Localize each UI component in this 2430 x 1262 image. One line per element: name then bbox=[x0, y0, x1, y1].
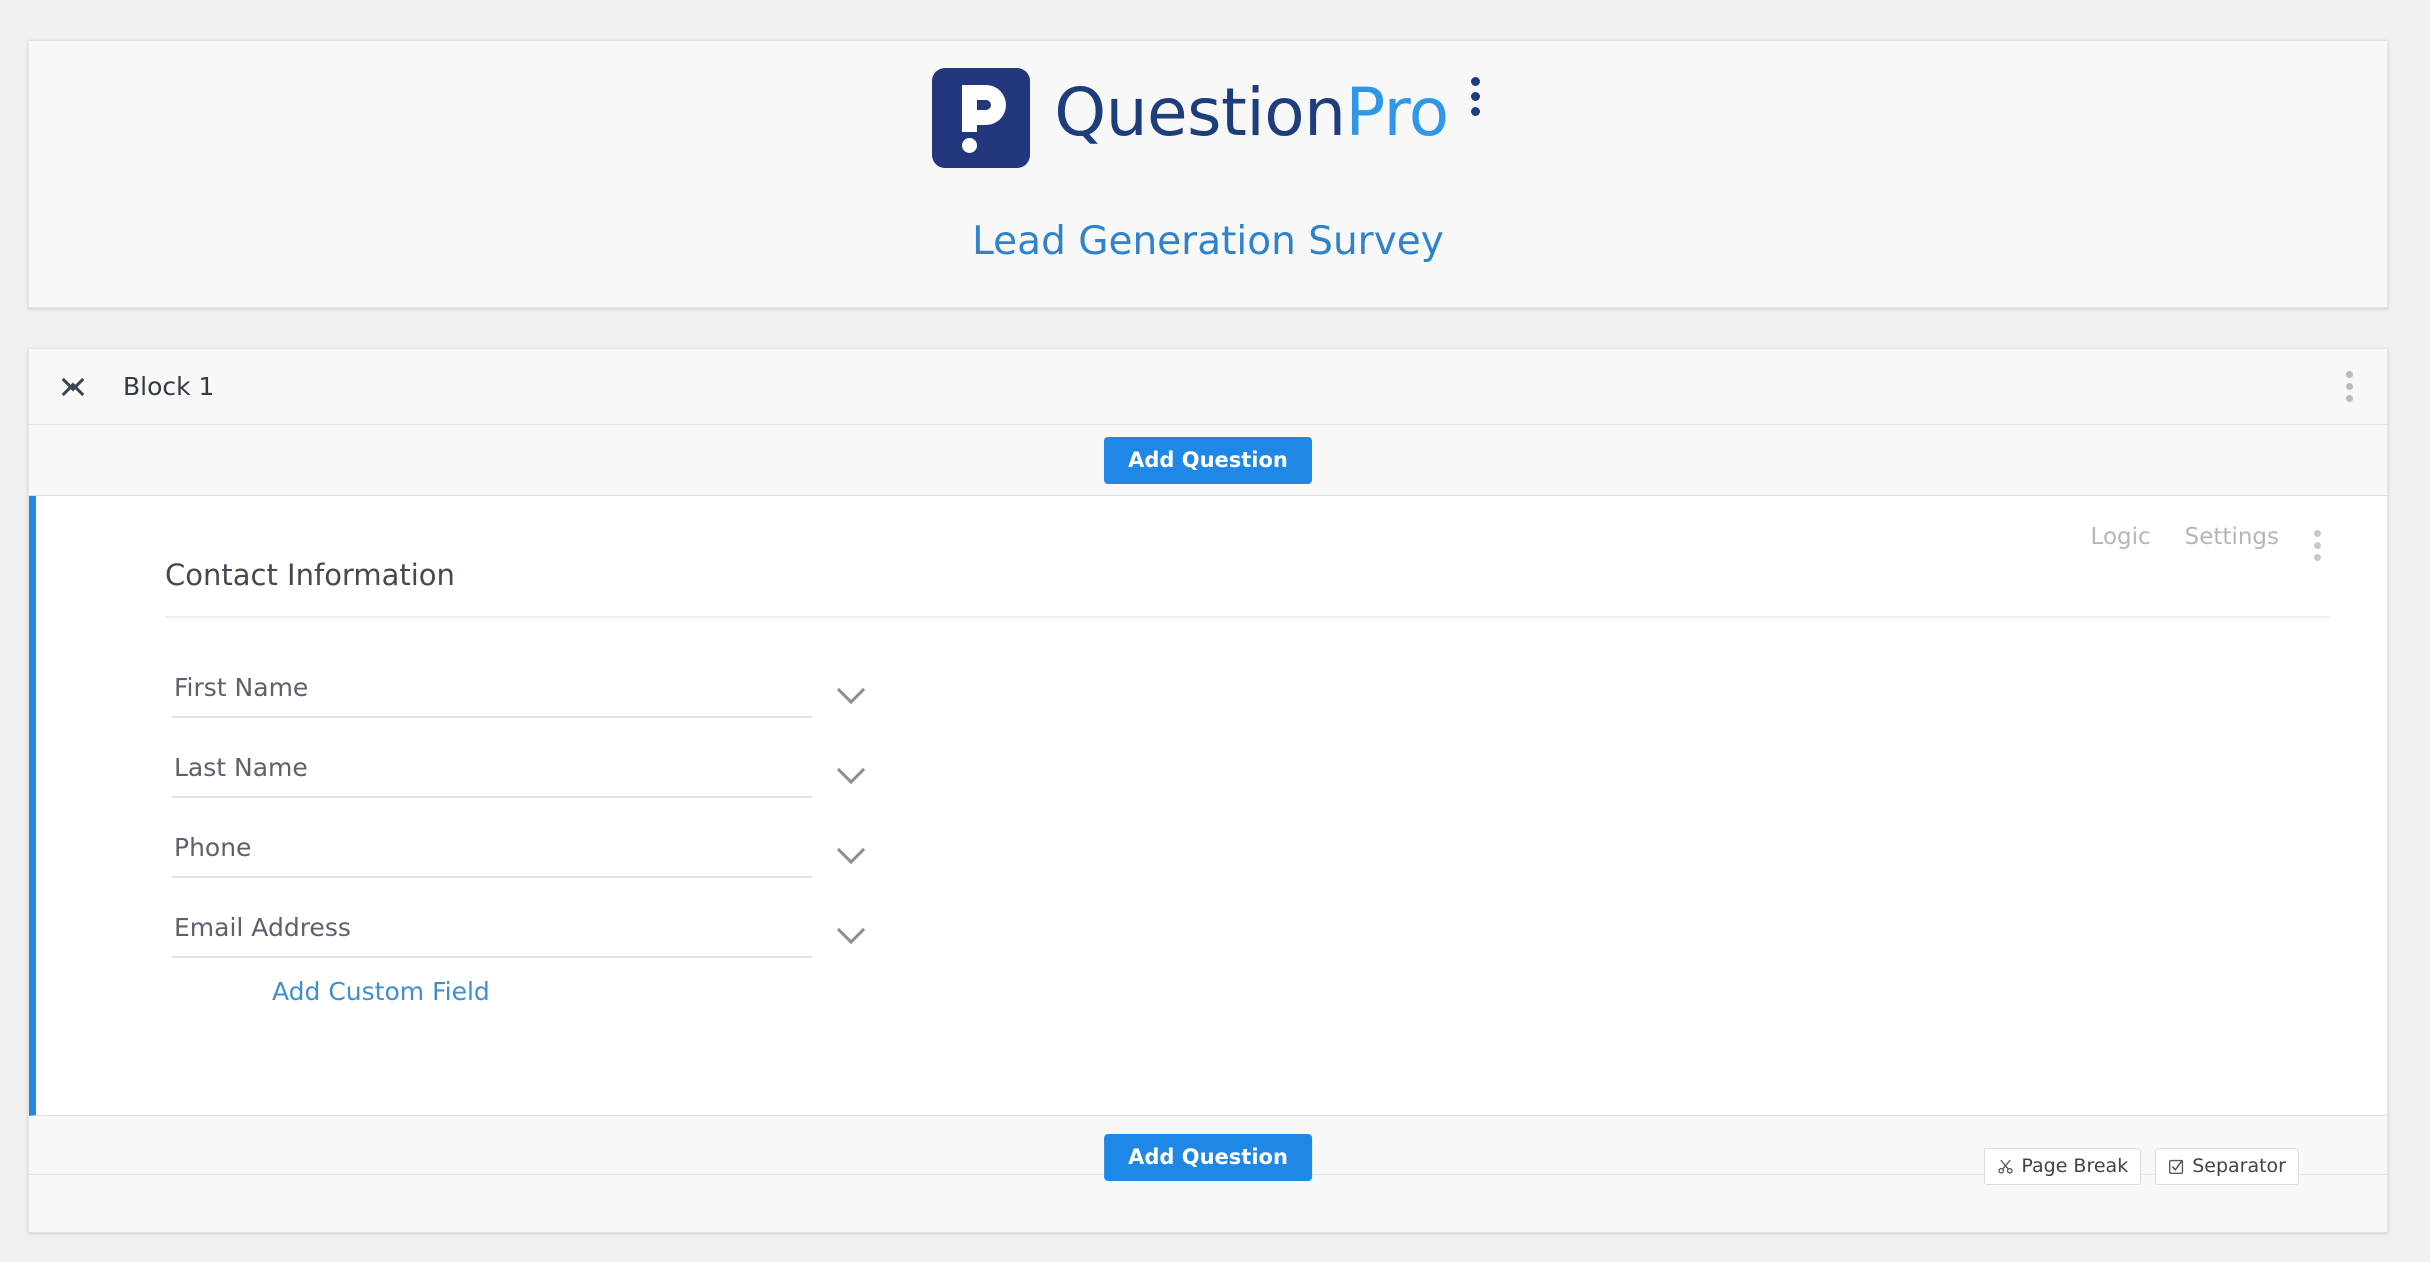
chevron-down-icon-phone[interactable] bbox=[836, 835, 866, 865]
contact-field-list: First Name Last Name Phone Email Address bbox=[165, 656, 866, 976]
question-action-settings[interactable]: Settings bbox=[2185, 524, 2279, 550]
chevron-down-icon-last-name[interactable] bbox=[836, 755, 866, 785]
field-label-email-address: Email Address bbox=[174, 913, 351, 942]
page-break-icon bbox=[1997, 1158, 2014, 1175]
field-label-last-name: Last Name bbox=[174, 753, 308, 782]
block-more-vertical-icon[interactable] bbox=[2340, 365, 2359, 408]
logo-word-pro: Pro bbox=[1345, 74, 1449, 151]
questionpro-logo-icon bbox=[932, 68, 1031, 168]
field-row-email-address: Email Address bbox=[165, 896, 866, 976]
header-more-vertical-icon[interactable] bbox=[1467, 73, 1484, 120]
field-label-first-name: First Name bbox=[174, 673, 309, 702]
field-underline bbox=[172, 796, 812, 798]
field-row-phone: Phone bbox=[165, 816, 866, 896]
question-heading-divider bbox=[165, 616, 2330, 618]
field-underline bbox=[172, 716, 812, 718]
logo-row: QuestionPro bbox=[29, 63, 2387, 168]
add-question-strip-top: Add Question bbox=[29, 425, 2387, 496]
survey-title: Lead Generation Survey bbox=[972, 219, 1444, 264]
block-header: Block 1 bbox=[29, 349, 2387, 425]
question-card-contact-information: Logic Settings Contact Information First… bbox=[29, 496, 2387, 1116]
question-actions: Logic Settings bbox=[2091, 524, 2387, 550]
question-action-logic[interactable]: Logic bbox=[2091, 524, 2151, 550]
field-row-last-name: Last Name bbox=[165, 736, 866, 816]
logo-word-question: Question bbox=[1054, 74, 1346, 151]
field-underline bbox=[172, 956, 812, 958]
add-custom-field-link[interactable]: Add Custom Field bbox=[272, 977, 490, 1006]
question-more-vertical-icon[interactable] bbox=[2308, 524, 2327, 567]
collapse-expand-icon[interactable] bbox=[61, 368, 87, 405]
page-break-label: Page Break bbox=[2021, 1155, 2129, 1177]
field-underline bbox=[172, 876, 812, 878]
block-title: Block 1 bbox=[123, 372, 215, 401]
field-label-phone: Phone bbox=[174, 833, 252, 862]
block-card: Block 1 Add Question Logic Settings Cont… bbox=[28, 348, 2388, 1233]
survey-header-card: QuestionPro Lead Generation Survey bbox=[28, 40, 2388, 308]
chevron-down-icon-first-name[interactable] bbox=[836, 675, 866, 705]
page-break-button[interactable]: Page Break bbox=[1984, 1148, 2142, 1185]
separator-button[interactable]: Separator bbox=[2155, 1148, 2299, 1185]
question-footer-bar: Add Question Page Break Separator bbox=[29, 1116, 2387, 1232]
add-question-button-top[interactable]: Add Question bbox=[1104, 436, 1312, 484]
checked-box-icon bbox=[2168, 1158, 2185, 1175]
logo-wordmark: QuestionPro bbox=[1054, 63, 1449, 163]
chevron-down-icon-email-address[interactable] bbox=[836, 915, 866, 945]
footer-insert-controls: Page Break Separator bbox=[1984, 1148, 2299, 1185]
question-heading: Contact Information bbox=[165, 558, 455, 592]
add-question-button-bottom[interactable]: Add Question bbox=[1104, 1134, 1312, 1181]
add-question-button-bottom-wrapper: Add Question bbox=[1104, 1134, 1312, 1181]
field-row-first-name: First Name bbox=[165, 656, 866, 736]
separator-label: Separator bbox=[2192, 1155, 2286, 1177]
